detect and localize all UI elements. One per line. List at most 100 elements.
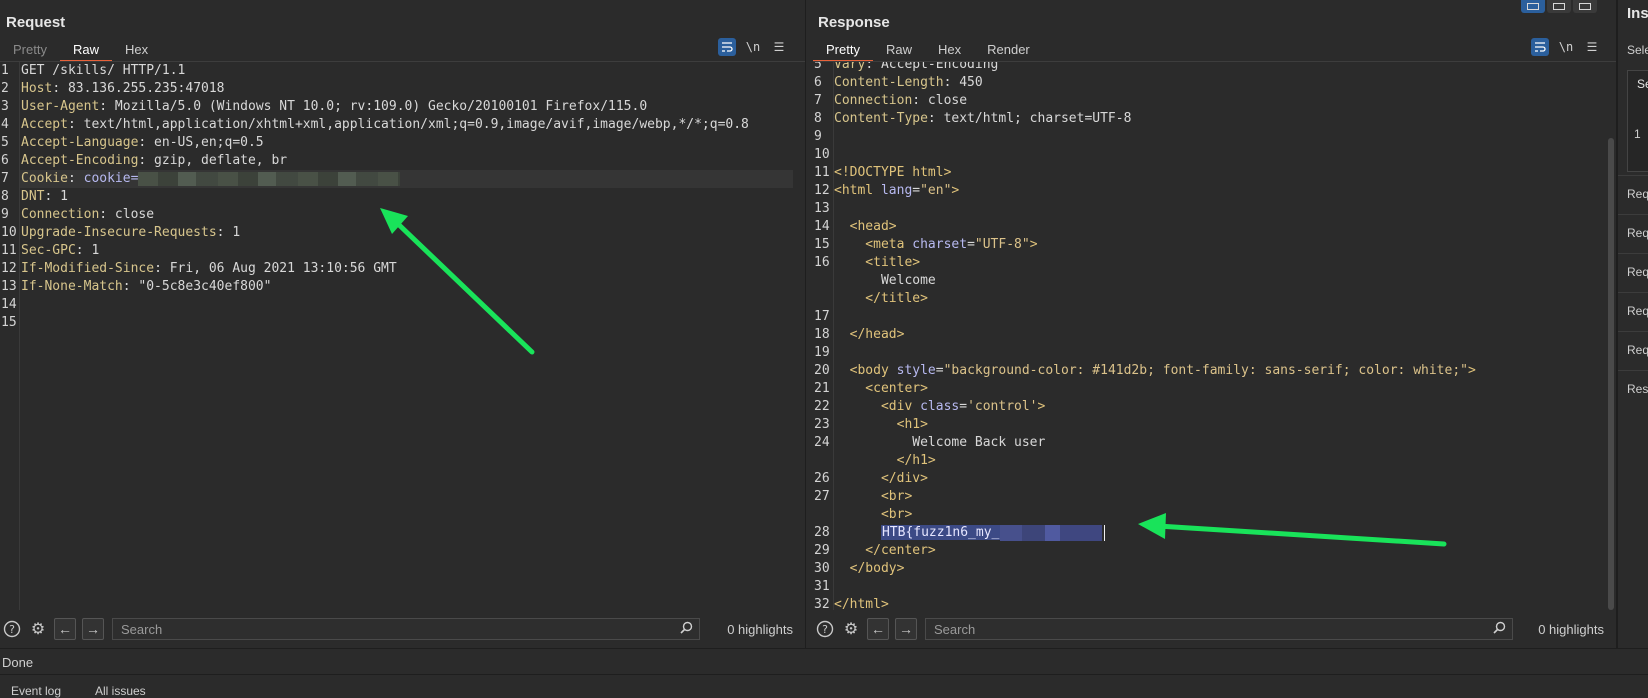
- line-number: 8: [814, 111, 822, 126]
- settings-gear-icon[interactable]: ⚙: [28, 619, 48, 639]
- response-highlights-count: 0 highlights: [1538, 621, 1604, 637]
- line-number: 1: [1, 63, 9, 78]
- line-number: 28: [814, 525, 830, 540]
- line-content: Cookie: cookie=: [21, 170, 401, 188]
- line-content: <center>: [834, 380, 928, 398]
- menu-icon[interactable]: ☰: [770, 38, 788, 56]
- line-content: </html>: [834, 596, 889, 610]
- inspector-section-row[interactable]: Request attributes: [1618, 175, 1648, 214]
- wrap-icon[interactable]: [1531, 38, 1549, 56]
- response-code-line: 16 <title>: [813, 254, 1616, 272]
- line-number: 12: [1, 261, 17, 276]
- code-token: : close: [912, 93, 968, 108]
- status-text: Done: [2, 655, 34, 670]
- code-token: >: [951, 183, 960, 198]
- code-token: </body>: [834, 561, 905, 576]
- line-content: <br>: [834, 506, 912, 524]
- code-token: >: [1467, 363, 1476, 378]
- layout-side-by-side-icon[interactable]: [1521, 0, 1545, 13]
- response-code-line: 6 Content-Length: 450: [813, 74, 1616, 92]
- line-content: </body>: [834, 560, 905, 578]
- response-tab-render[interactable]: Render: [974, 40, 1043, 60]
- request-code-line: 2 Host: 83.136.255.235:47018: [0, 80, 805, 98]
- code-token: cookie=: [83, 171, 139, 186]
- request-search-input[interactable]: [113, 619, 699, 639]
- tab-all-issues[interactable]: All issues: [95, 684, 146, 698]
- code-token: : text/html,application/xhtml+xml,applic…: [67, 117, 749, 132]
- response-code-line: 23 <h1>: [813, 416, 1616, 434]
- request-code-line: 15: [0, 314, 805, 332]
- code-token: <h1>: [834, 417, 928, 432]
- tab-event-log[interactable]: Event log: [11, 684, 61, 698]
- layout-tabbed-icon[interactable]: [1573, 0, 1597, 13]
- line-content: DNT: 1: [21, 188, 68, 206]
- line-content: <head>: [834, 218, 897, 236]
- request-tab-raw[interactable]: Raw: [59, 40, 112, 62]
- response-tab-raw[interactable]: Raw: [873, 40, 925, 60]
- line-number: 27: [814, 489, 830, 504]
- response-code-line: 21 <center>: [813, 380, 1616, 398]
- line-number: 30: [814, 561, 830, 576]
- response-search-box: [925, 618, 1513, 640]
- inspector-section-row[interactable]: Request cookies: [1618, 292, 1648, 331]
- response-tab-hex[interactable]: Hex: [925, 40, 974, 60]
- request-code-line: 8 DNT: 1: [0, 188, 805, 206]
- code-token: Accept-Language: [21, 135, 139, 150]
- forward-arrow-icon[interactable]: →: [895, 618, 917, 640]
- line-content: Welcome: [834, 272, 936, 290]
- response-code-line: 27 <br>: [813, 488, 1616, 506]
- newline-toggle[interactable]: \n: [1557, 38, 1575, 56]
- code-token: Host: [21, 81, 53, 96]
- newline-toggle[interactable]: \n: [744, 38, 762, 56]
- line-content: User-Agent: Mozilla/5.0 (Windows NT 10.0…: [21, 98, 647, 116]
- code-token: : "0-5c8e3c40ef800": [122, 279, 272, 294]
- line-content: Accept-Language: en-US,en;q=0.5: [21, 134, 264, 152]
- response-tab-pretty[interactable]: Pretty: [813, 40, 873, 62]
- back-arrow-icon[interactable]: ←: [867, 618, 889, 640]
- response-editor[interactable]: 5 Vary: Accept-Encoding 6 Content-Length: 4…: [813, 62, 1616, 610]
- line-number: 9: [814, 129, 822, 144]
- line-content: </h1>: [834, 452, 936, 470]
- wrap-icon[interactable]: [718, 38, 736, 56]
- menu-icon[interactable]: ☰: [1583, 38, 1601, 56]
- inspector-section-row[interactable]: Response headers: [1618, 370, 1648, 409]
- response-panel: Response Pretty Raw Hex Render \n ☰ 5 Vary: …: [813, 0, 1617, 648]
- bottom-tabs: Event log All issues: [0, 674, 1648, 698]
- code-token: >: [1037, 399, 1046, 414]
- inspector-panel: Inspector Selection Se 1 Request attribu…: [1617, 0, 1648, 648]
- response-code-line: 26 </div>: [813, 470, 1616, 488]
- code-token: <br>: [834, 489, 913, 504]
- search-icon[interactable]: [680, 621, 693, 637]
- search-icon[interactable]: [1493, 621, 1506, 637]
- help-icon[interactable]: ?: [815, 619, 835, 639]
- request-code-line: 1 GET /skills/ HTTP/1.1: [0, 62, 805, 80]
- request-tab-hex[interactable]: Hex: [112, 40, 161, 60]
- settings-gear-icon[interactable]: ⚙: [841, 619, 861, 639]
- response-code-line: 32 </html>: [813, 596, 1616, 610]
- code-token: <br>: [834, 507, 913, 522]
- code-token: Accept-Encoding: [21, 153, 139, 168]
- request-tab-pretty[interactable]: Pretty: [0, 40, 60, 60]
- inspector-section-row[interactable]: Request headers: [1618, 331, 1648, 370]
- inspector-section-row[interactable]: Request body parameters: [1618, 253, 1648, 292]
- response-scrollbar[interactable]: [1608, 138, 1614, 610]
- code-token: "background-color: #141d2b; font-family:…: [943, 363, 1468, 378]
- code-token: <title>: [834, 255, 921, 270]
- code-token: : Fri, 06 Aug 2021 13:10:56 GMT: [154, 261, 397, 276]
- request-tabs: Pretty Raw Hex: [0, 40, 161, 62]
- back-arrow-icon[interactable]: ←: [54, 618, 76, 640]
- request-editor[interactable]: 1 GET /skills/ HTTP/1.1 2 Host: 83.136.255.…: [0, 62, 805, 610]
- response-search-bar: ? ⚙ ← → 0 highlights: [813, 614, 1616, 644]
- response-search-input[interactable]: [926, 619, 1512, 639]
- code-token: Sec-GPC: [21, 243, 76, 258]
- inspector-title: Inspector: [1627, 5, 1648, 22]
- response-code-line: 9: [813, 128, 1616, 146]
- layout-stacked-icon[interactable]: [1547, 0, 1571, 13]
- line-number: 19: [814, 345, 830, 360]
- inspector-section-row[interactable]: Request query parameters: [1618, 214, 1648, 253]
- redacted-flag-value: [1000, 524, 1103, 541]
- help-icon[interactable]: ?: [2, 619, 22, 639]
- forward-arrow-icon[interactable]: →: [82, 618, 104, 640]
- line-number: 18: [814, 327, 830, 342]
- flag-text: HTB{fuzz1n6_my_: [880, 525, 1001, 540]
